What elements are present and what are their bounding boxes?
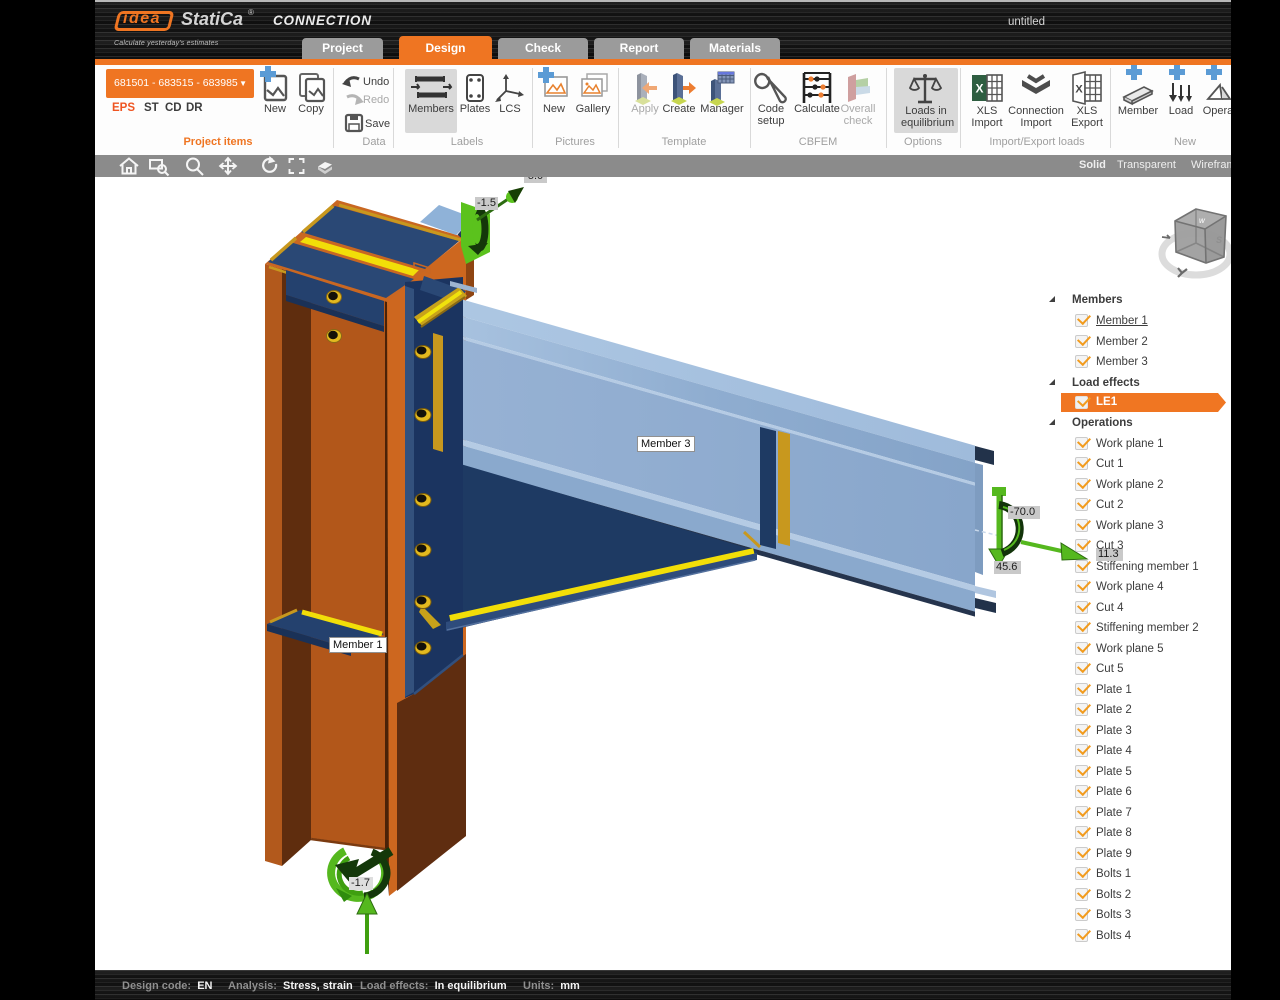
svg-text:X: X [1075,84,1083,96]
svg-text:X: X [975,82,983,96]
